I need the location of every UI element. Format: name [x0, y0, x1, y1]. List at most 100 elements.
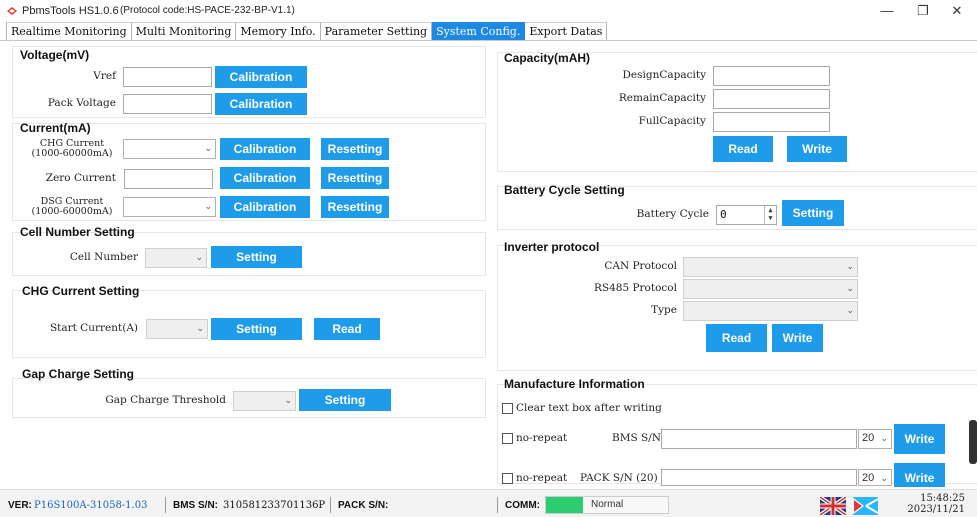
vref-input[interactable]: [123, 67, 212, 87]
minimize-icon[interactable]: —: [873, 2, 901, 20]
bms-no-repeat-label: no-repeat: [516, 432, 568, 444]
full-capacity-input[interactable]: [713, 112, 830, 132]
dsg-resetting-button[interactable]: Resetting: [321, 196, 389, 218]
bms-sn-write-button[interactable]: Write: [894, 424, 945, 454]
zero-current-input[interactable]: [124, 169, 213, 189]
spinner-arrows-icon[interactable]: ▲ ▼: [764, 206, 776, 224]
status-separator: [165, 497, 166, 513]
rs485-protocol-select[interactable]: ⌄: [683, 279, 858, 299]
pack-sn-length-select[interactable]: 20 ⌄: [858, 469, 892, 486]
pack-sn-label: PACK S/N (20): [580, 472, 658, 484]
chevron-down-icon: ⌄: [846, 283, 854, 293]
start-current-select[interactable]: ⌄: [146, 319, 208, 339]
chg-calibration-button[interactable]: Calibration: [220, 138, 310, 160]
comm-status-light: [546, 497, 583, 513]
close-icon[interactable]: ✕: [943, 2, 971, 20]
battery-cycle-label: Battery Cycle: [636, 208, 709, 220]
vref-calibration-button[interactable]: Calibration: [215, 66, 307, 88]
pack-voltage-calibration-button[interactable]: Calibration: [215, 93, 307, 115]
chevron-down-icon: ⌄: [204, 143, 212, 153]
gap-charge-threshold-select[interactable]: ⌄: [233, 391, 296, 411]
chg-current-setting-title: CHG Current Setting: [22, 284, 140, 298]
chg-current-label: CHG Current (1000-60000mA): [24, 139, 120, 159]
design-capacity-input[interactable]: [713, 66, 830, 86]
protocol-code: (Protocol code:HS-PACE-232-BP-V1.1): [120, 5, 295, 16]
remain-capacity-input[interactable]: [713, 89, 830, 109]
current-title: Current(mA): [20, 121, 91, 135]
tab-multi-monitoring[interactable]: Multi Monitoring: [131, 22, 237, 41]
zero-resetting-button[interactable]: Resetting: [321, 167, 389, 189]
clock-date: 2023/11/21: [907, 504, 965, 515]
type-label: Type: [651, 304, 677, 316]
bms-sn-length-value: 20: [862, 432, 875, 444]
capacity-write-button[interactable]: Write: [787, 136, 847, 162]
pack-no-repeat-checkbox[interactable]: [502, 473, 513, 484]
dsg-calibration-button[interactable]: Calibration: [220, 196, 310, 218]
tab-export-datas[interactable]: Export Datas: [525, 22, 608, 41]
dsg-current-label: DSG Current (1000-60000mA): [24, 197, 120, 217]
chevron-down-icon: ⌄: [880, 473, 888, 483]
chevron-down-icon: ⌄: [846, 261, 854, 271]
capacity-read-button[interactable]: Read: [713, 136, 773, 162]
start-current-read-button[interactable]: Read: [314, 318, 380, 340]
tab-realtime-monitoring[interactable]: Realtime Monitoring: [6, 22, 132, 41]
start-current-label: Start Current(A): [49, 322, 138, 334]
status-separator: [330, 497, 331, 513]
cell-number-select[interactable]: ⌄: [145, 248, 207, 268]
manufacture-title: Manufacture Information: [504, 377, 645, 391]
language-flag-icon[interactable]: [852, 497, 878, 515]
tab-bar: Realtime Monitoring Multi Monitoring Mem…: [6, 22, 608, 41]
battery-cycle-setting-button[interactable]: Setting: [782, 200, 844, 226]
pack-no-repeat-label: no-repeat: [516, 472, 568, 484]
type-select[interactable]: ⌄: [683, 301, 858, 321]
chevron-down-icon: ⌄: [880, 433, 888, 443]
gap-charge-title: Gap Charge Setting: [22, 367, 135, 381]
gap-charge-setting-button[interactable]: Setting: [299, 389, 391, 411]
pack-sn-write-button[interactable]: Write: [894, 463, 945, 487]
tab-memory-info[interactable]: Memory Info.: [236, 22, 321, 41]
restore-icon[interactable]: ❐: [909, 2, 937, 20]
battery-cycle-spinner[interactable]: 0 ▲ ▼: [716, 205, 777, 225]
inverter-read-button[interactable]: Read: [706, 324, 767, 352]
full-capacity-label: FullCapacity: [638, 115, 706, 127]
bms-sn-length-select[interactable]: 20 ⌄: [858, 429, 892, 449]
bms-no-repeat-checkbox[interactable]: [502, 433, 513, 444]
bms-sn-label: BMS S/N: [612, 432, 661, 444]
battery-cycle-title: Battery Cycle Setting: [504, 183, 625, 197]
chg-resetting-button[interactable]: Resetting: [321, 138, 389, 160]
start-current-setting-button[interactable]: Setting: [211, 318, 302, 340]
clear-textbox-label: Clear text box after writing: [516, 402, 662, 414]
can-protocol-label: CAN Protocol: [604, 260, 677, 272]
version-label: VER:: [8, 500, 32, 511]
inverter-write-button[interactable]: Write: [772, 324, 823, 352]
cell-number-label: Cell Number: [69, 251, 138, 263]
chg-current-select[interactable]: ⌄: [123, 139, 216, 159]
app-title: PbmsTools HS1.0.6: [22, 5, 119, 17]
zero-current-label: Zero Current: [45, 172, 116, 184]
bms-sn-input[interactable]: [661, 429, 857, 449]
zero-calibration-button[interactable]: Calibration: [220, 167, 310, 189]
english-flag-icon[interactable]: [820, 497, 846, 515]
tab-system-config[interactable]: System Config.: [432, 22, 526, 41]
chevron-down-icon: ⌄: [284, 395, 292, 405]
can-protocol-select[interactable]: ⌄: [683, 257, 858, 277]
inverter-protocol-title: Inverter protocol: [504, 240, 600, 254]
chg-current-label-range: (1000-60000mA): [31, 148, 113, 159]
cell-number-setting-button[interactable]: Setting: [211, 246, 302, 268]
clear-textbox-checkbox[interactable]: [502, 403, 513, 414]
pack-voltage-input[interactable]: [123, 94, 212, 114]
tab-parameter-setting[interactable]: Parameter Setting: [320, 22, 433, 41]
chevron-down-icon: ⌄: [195, 252, 203, 262]
cell-number-title: Cell Number Setting: [20, 225, 135, 239]
dsg-current-select[interactable]: ⌄: [123, 197, 216, 217]
comm-status-indicator: Normal: [545, 496, 669, 514]
clock-time: 15:48:25: [920, 493, 965, 504]
pack-sn-input[interactable]: [661, 469, 857, 486]
chevron-down-icon: ⌄: [204, 201, 212, 211]
scroll-handle[interactable]: [969, 420, 977, 464]
comm-status-text: Normal: [591, 499, 624, 510]
clock: 15:48:25 2023/11/21: [907, 493, 965, 515]
version-value: P16S100A-31058-1.03: [34, 500, 148, 511]
bms-sn-status-label: BMS S/N:: [173, 500, 218, 511]
gap-charge-threshold-label: Gap Charge Threshold: [105, 394, 226, 406]
